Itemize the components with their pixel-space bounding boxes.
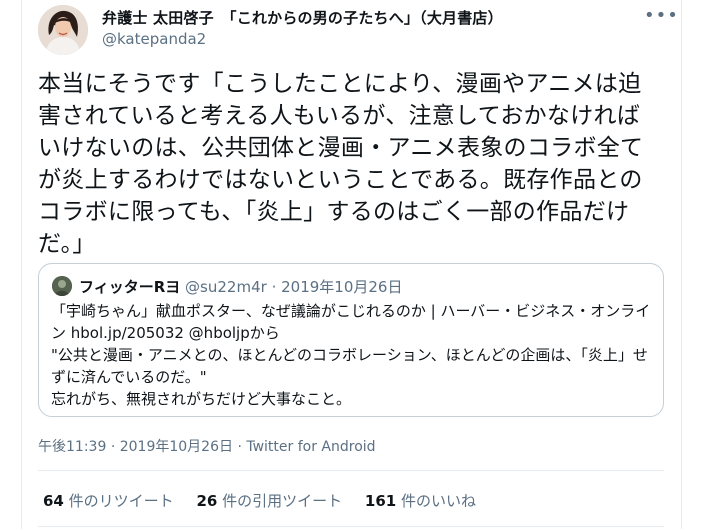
tweet-stats: 64 件のリツイート 26 件の引用ツイート 161 件のいいね [43, 490, 494, 511]
quote-tweet-count[interactable]: 26 件の引用ツイート [196, 492, 346, 510]
quoted-line: 「宇崎ちゃん」献血ポスター、なぜ議論がこじれるのか | ハーバー・ビジネス・オン… [51, 302, 651, 342]
quoted-tweet-date: 2019年10月26日 [281, 278, 403, 296]
author-avatar[interactable] [38, 5, 88, 55]
tweet-time[interactable]: 午後11:39 [38, 439, 106, 455]
tweet-date[interactable]: 2019年10月26日 [120, 439, 233, 455]
retweet-count[interactable]: 64 件のリツイート [43, 492, 178, 510]
quoted-line: "公共と漫画・アニメとの、ほとんどのコラボレーション、ほとんどの企画は、「炎上」… [51, 346, 648, 386]
quoted-tweet-text: 「宇崎ちゃん」献血ポスター、なぜ議論がこじれるのか | ハーバー・ビジネス・オン… [51, 300, 651, 410]
author-handle[interactable]: @katepanda2 [102, 30, 206, 48]
tweet-timestamp: 午後11:39 · 2019年10月26日 · Twitter for Andr… [38, 439, 376, 455]
like-count[interactable]: 161 件のいいね [365, 492, 476, 510]
quoted-author-handle: @su22m4r [185, 278, 267, 296]
divider [38, 526, 664, 527]
tweet-text: 本当にそうです「こうしたことにより、漫画やアニメは迫害されていると考える人もいる… [38, 71, 644, 257]
quoted-author-avatar [52, 276, 72, 296]
author-avatar-image [38, 5, 88, 55]
quoted-tweet[interactable]: フィッターRヨ @su22m4r · 2019年10月26日 「宇崎ちゃん」献血… [38, 263, 664, 417]
quoted-avatar-image [52, 276, 72, 296]
quoted-line: 忘れがち、無視されがちだけど大事なこと。 [51, 390, 352, 408]
tweet-source[interactable]: Twitter for Android [246, 439, 375, 455]
tweet-card: 弁護士 太田啓子 「これからの男の子たちへ」（大月書店） @katepanda2… [21, 0, 682, 529]
more-options-icon[interactable]: ••• [644, 7, 678, 28]
author-display-name[interactable]: 弁護士 太田啓子 「これからの男の子たちへ」（大月書店） [102, 7, 503, 28]
quoted-tweet-header: フィッターRヨ @su22m4r · 2019年10月26日 [79, 278, 403, 296]
divider [38, 470, 664, 471]
quoted-author-name: フィッターRヨ [79, 278, 181, 296]
